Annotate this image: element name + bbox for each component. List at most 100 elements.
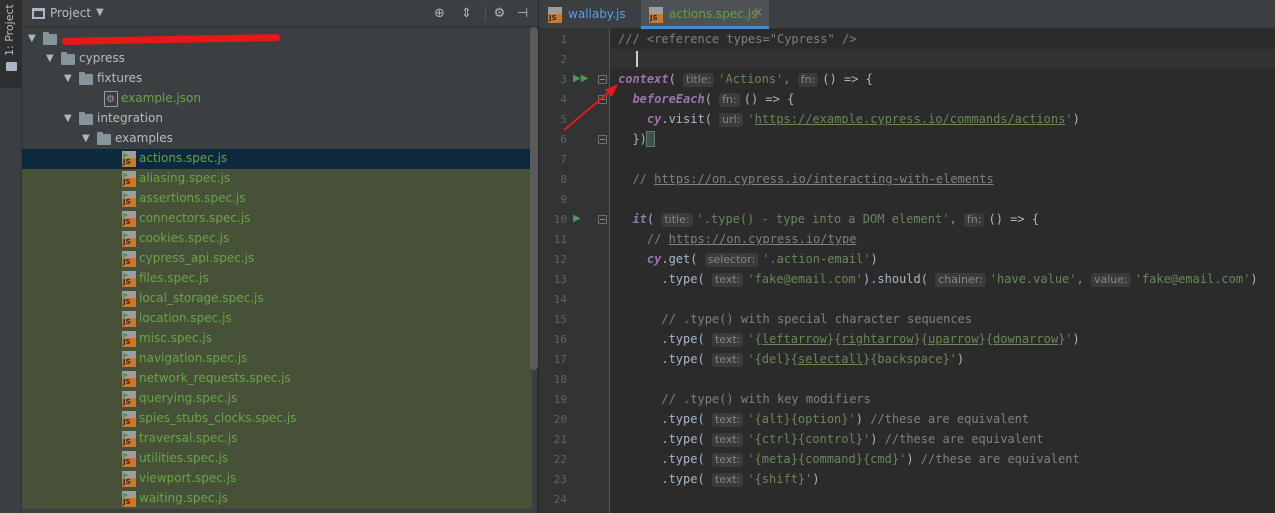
project-view-selector[interactable]: Project [50,6,91,20]
tree-file[interactable]: ▶ JS viewport.spec.js [22,469,532,489]
tree-file[interactable]: ▶ JS waiting.spec.js [22,489,532,509]
tree-folder[interactable]: ▼ integration [22,109,532,129]
tree-file[interactable]: ▶ JS files.spec.js [22,269,532,289]
tree-file[interactable]: ▶ JS traversal.spec.js [22,429,532,449]
tree-item-label: viewport.spec.js [139,471,237,485]
tree-file[interactable]: ▶ JS connectors.spec.js [22,209,532,229]
code-line[interactable] [610,289,1275,309]
expand-arrow-icon[interactable]: ▼ [82,133,90,144]
code-token: /// <reference types="Cypress" /> [618,32,857,46]
code-area[interactable]: /// <reference types="Cypress" /> context… [610,29,1275,513]
code-text: .type( text: '{del}{selectall}{backspace}… [618,352,964,367]
tree-file[interactable]: ▶ JS location.spec.js [22,309,532,329]
run-test-icon[interactable]: ▶ [573,213,581,224]
line-number: 6 [560,133,567,146]
project-tool-tab[interactable]: 1: Project [0,0,22,88]
tab-wallaby[interactable]: JS wallaby.js [539,0,640,29]
tree-item-label: location.spec.js [139,311,232,325]
code-token: rightarrow [841,332,914,346]
code-line[interactable]: context( title: 'Actions', fn:() => { [610,69,1275,89]
code-line[interactable]: // https://on.cypress.io/interacting-wit… [610,169,1275,189]
code-line[interactable] [610,49,1275,69]
code-line[interactable]: }) [610,129,1275,149]
code-token: }{ [913,332,928,346]
code-text: .type( text: '{meta}{command}{cmd}') //th… [618,452,1080,467]
code-line[interactable]: .type( text: '{shift}') [610,469,1275,489]
tree-file[interactable]: ▶ JS cookies.spec.js [22,229,532,249]
code-line[interactable]: .type( text: '{leftarrow}{rightarrow}{upa… [610,329,1275,349]
expand-arrow-icon[interactable]: ▼ [64,113,72,124]
tree-folder[interactable]: ▼ examples [22,129,532,149]
code-text: .type( text: '{shift}') [618,472,820,487]
code-line[interactable] [610,189,1275,209]
tree-file[interactable]: ▶ JS network_requests.spec.js [22,369,532,389]
expand-arrow-icon[interactable]: ▼ [28,33,36,44]
line-number: 8 [560,173,567,186]
code-line[interactable]: // https://on.cypress.io/type [610,229,1275,249]
tree-folder[interactable]: ▼ [22,29,532,49]
tree-folder[interactable]: ▼ fixtures [22,69,532,89]
parameter-hint: fn: [719,93,740,107]
code-line[interactable]: beforeEach( fn:() => { [610,89,1275,109]
tree-file[interactable]: ▶ JS aliasing.spec.js [22,169,532,189]
code-line[interactable]: // .type() with key modifiers [610,389,1275,409]
code-text: // .type() with key modifiers [618,392,871,406]
tree-file[interactable]: ▶ JS actions.spec.js [22,149,532,169]
code-token: 'fake@email.com' [1134,272,1251,286]
fold-icon[interactable] [598,135,607,144]
expand-arrow-icon[interactable]: ▼ [64,73,72,84]
code-line[interactable] [610,149,1275,169]
code-token: ( [646,212,662,226]
code-line[interactable] [610,369,1275,389]
tab-actions-spec[interactable]: JS actions.spec.js × [641,0,769,29]
tree-file[interactable]: ▶ JS cypress_api.spec.js [22,249,532,269]
code-token: }{ [826,332,842,346]
tree-file[interactable]: ▶ JS misc.spec.js [22,329,532,349]
tree-item-label: cookies.spec.js [139,231,230,245]
code-line[interactable]: it( title: '.type() - type into a DOM ele… [610,209,1275,229]
code-line[interactable]: cy.get( selector: '.action-email') [610,249,1275,269]
tree-scrollbar[interactable] [530,27,538,370]
tree-file[interactable]: ▶ JS local_storage.spec.js [22,289,532,309]
js-test-file-icon: ▶ JS [122,331,136,347]
code-token: cy [646,112,662,126]
code-line[interactable]: cy.visit( url:'https://example.cypress.i… [610,109,1275,129]
collapse-icon[interactable]: ⇕ [458,5,475,22]
close-icon[interactable]: × [753,5,763,19]
tree-file[interactable]: ⚙ example.json [22,89,532,109]
code-line[interactable]: .type( text: '{meta}{command}{cmd}') //th… [610,449,1275,469]
expand-arrow-icon[interactable]: ▼ [46,53,54,64]
folder-icon [43,32,57,45]
tree-file[interactable]: ▶ JS spies_stubs_clocks.spec.js [22,409,532,429]
code-text: .type( text: '{alt}{option}') //these are… [618,412,1029,427]
chevron-down-icon[interactable]: ▼ [96,7,104,18]
code-line[interactable]: // .type() with special character sequen… [610,309,1275,329]
target-icon[interactable]: ⊕ [431,5,448,22]
code-token: '{ [747,332,762,346]
hide-icon[interactable]: ⊣ [514,5,531,22]
code-line[interactable]: .type( text: '{ctrl}{control}') //these a… [610,429,1275,449]
code-line[interactable] [610,489,1275,509]
code-line[interactable]: .type( text:'fake@email.com').should( ch… [610,269,1275,289]
js-test-file-icon: ▶ JS [122,351,136,367]
code-token: // .type() with special character sequen… [661,312,973,326]
tree-file[interactable]: ▶ JS utilities.spec.js [22,449,532,469]
code-text: // https://on.cypress.io/type [618,232,857,246]
tree-file[interactable]: ▶ JS navigation.spec.js [22,349,532,369]
code-token: ) [870,252,878,266]
code-line[interactable]: .type( text: '{alt}{option}') //these are… [610,409,1275,429]
tree-file[interactable]: ▶ JS assertions.spec.js [22,189,532,209]
js-test-file-icon: ▶ JS [122,171,136,187]
fold-icon[interactable] [598,215,607,224]
code-line[interactable]: .type( text: '{del}{selectall}{backspace}… [610,349,1275,369]
code-token: }) [632,132,647,146]
project-panel: Project ▼ ⊕ ⇕ ⚙ ⊣ ▼ ▼ cypress ▼ fixtures ⚙ exa… [22,0,538,513]
code-token: it [632,212,647,226]
folder-icon [61,52,75,65]
project-tool-tab-label: 1: Project [3,4,16,56]
gear-icon[interactable]: ⚙ [491,5,508,22]
tree-file[interactable]: ▶ JS querying.spec.js [22,389,532,409]
tree-folder[interactable]: ▼ cypress [22,49,532,69]
code-token: https://on.cypress.io/interacting-with-e… [654,172,994,186]
code-line[interactable]: /// <reference types="Cypress" /> [610,29,1275,49]
